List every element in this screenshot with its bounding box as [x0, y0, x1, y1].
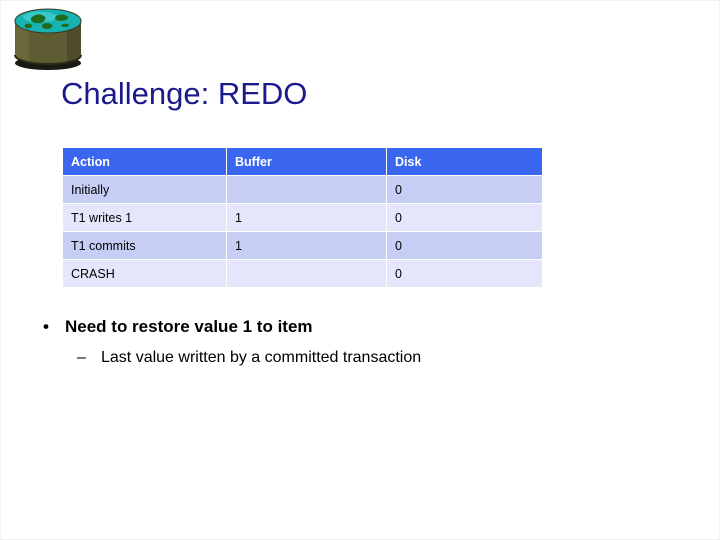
cell-disk: 0	[387, 232, 542, 259]
bullet-marker-icon: •	[43, 317, 49, 336]
cell-action: T1 writes 1	[63, 204, 226, 231]
table-row: T1 writes 1 1 0	[63, 204, 542, 231]
cell-action: CRASH	[63, 260, 226, 287]
bullet-level1: • Need to restore value 1 to item	[35, 315, 685, 339]
cell-buffer	[227, 260, 386, 287]
table-row: Initially 0	[63, 176, 542, 203]
redo-state-table: Action Buffer Disk Initially 0 T1 writes…	[62, 147, 543, 288]
cell-disk: 0	[387, 176, 542, 203]
bullet-level1-text: Need to restore value 1 to item	[65, 317, 313, 336]
cell-action: Initially	[63, 176, 226, 203]
cell-buffer	[227, 176, 386, 203]
column-header-buffer: Buffer	[227, 148, 386, 175]
cell-buffer: 1	[227, 232, 386, 259]
table-header-row: Action Buffer Disk	[63, 148, 542, 175]
page-title: Challenge: REDO	[61, 76, 308, 111]
table-row: T1 commits 1 0	[63, 232, 542, 259]
slide-canvas: Challenge: REDO Action Buffer Disk Initi…	[0, 0, 720, 540]
bullet-level2-text: Last value written by a committed transa…	[101, 349, 422, 366]
table-row: CRASH 0	[63, 260, 542, 287]
bullet-level2: – Last value written by a committed tran…	[35, 346, 685, 369]
column-header-action: Action	[63, 148, 226, 175]
bullet-list: • Need to restore value 1 to item – Last…	[35, 315, 685, 369]
column-header-disk: Disk	[387, 148, 542, 175]
cell-action: T1 commits	[63, 232, 226, 259]
database-cylinder-globe-icon	[9, 5, 83, 71]
cell-disk: 0	[387, 204, 542, 231]
dash-marker-icon: –	[77, 349, 86, 366]
cell-buffer: 1	[227, 204, 386, 231]
table: Action Buffer Disk Initially 0 T1 writes…	[62, 147, 543, 288]
cell-disk: 0	[387, 260, 542, 287]
